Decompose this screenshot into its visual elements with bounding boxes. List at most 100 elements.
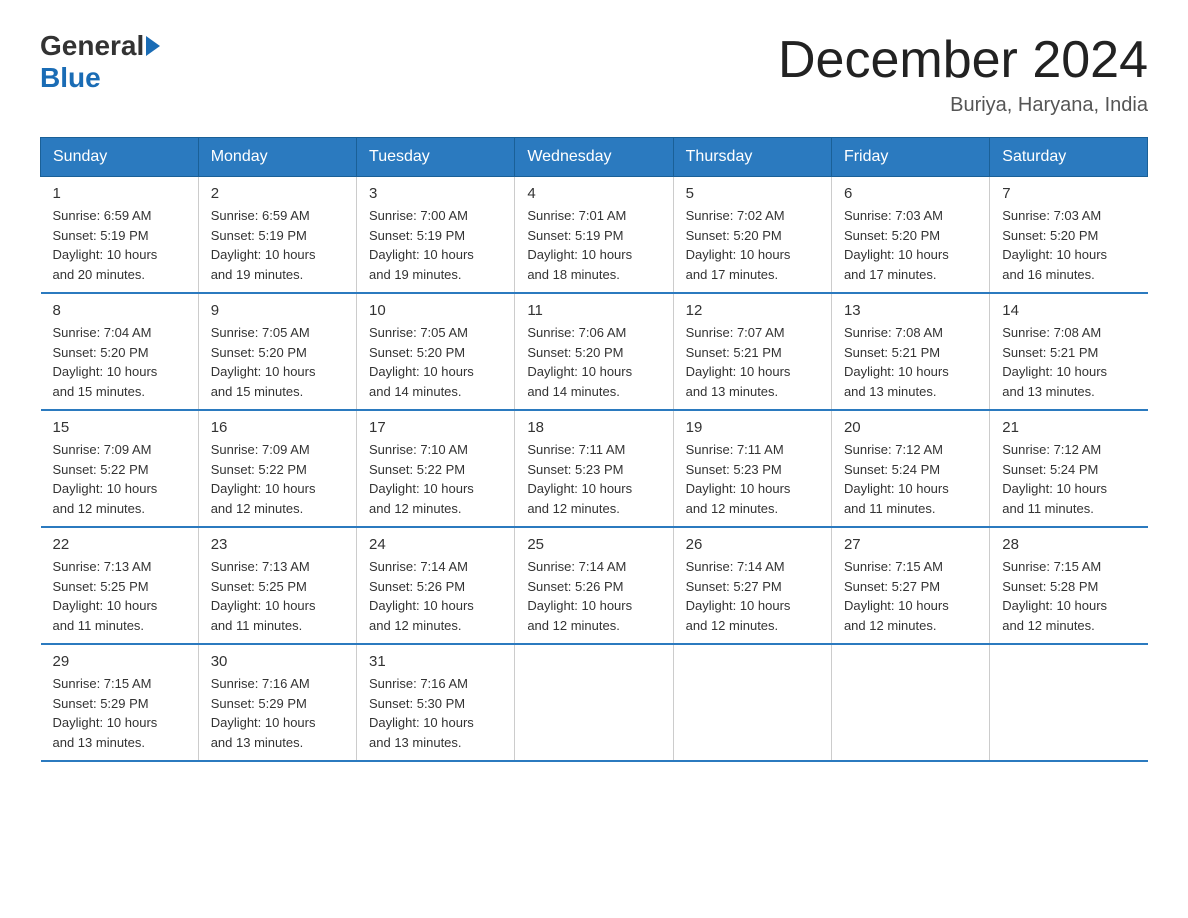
- day-number: 16: [211, 419, 344, 436]
- day-info: Sunrise: 7:14 AM Sunset: 5:27 PM Dayligh…: [686, 557, 819, 635]
- day-number: 26: [686, 536, 819, 553]
- calendar-cell: 9 Sunrise: 7:05 AM Sunset: 5:20 PM Dayli…: [198, 293, 356, 410]
- day-number: 17: [369, 419, 502, 436]
- day-info: Sunrise: 7:13 AM Sunset: 5:25 PM Dayligh…: [211, 557, 344, 635]
- day-info: Sunrise: 6:59 AM Sunset: 5:19 PM Dayligh…: [211, 206, 344, 284]
- day-info: Sunrise: 7:09 AM Sunset: 5:22 PM Dayligh…: [53, 440, 186, 518]
- calendar-cell: [831, 644, 989, 761]
- calendar-cell: 2 Sunrise: 6:59 AM Sunset: 5:19 PM Dayli…: [198, 177, 356, 294]
- day-number: 24: [369, 536, 502, 553]
- day-info: Sunrise: 7:16 AM Sunset: 5:29 PM Dayligh…: [211, 674, 344, 752]
- day-info: Sunrise: 7:10 AM Sunset: 5:22 PM Dayligh…: [369, 440, 502, 518]
- logo-general-text: General: [40, 30, 144, 62]
- calendar-cell: 12 Sunrise: 7:07 AM Sunset: 5:21 PM Dayl…: [673, 293, 831, 410]
- day-info: Sunrise: 7:05 AM Sunset: 5:20 PM Dayligh…: [369, 323, 502, 401]
- calendar-cell: 26 Sunrise: 7:14 AM Sunset: 5:27 PM Dayl…: [673, 527, 831, 644]
- calendar-cell: 28 Sunrise: 7:15 AM Sunset: 5:28 PM Dayl…: [990, 527, 1148, 644]
- calendar-cell: 3 Sunrise: 7:00 AM Sunset: 5:19 PM Dayli…: [357, 177, 515, 294]
- week-row-4: 22 Sunrise: 7:13 AM Sunset: 5:25 PM Dayl…: [41, 527, 1148, 644]
- day-number: 21: [1002, 419, 1135, 436]
- calendar-cell: 16 Sunrise: 7:09 AM Sunset: 5:22 PM Dayl…: [198, 410, 356, 527]
- calendar-cell: 24 Sunrise: 7:14 AM Sunset: 5:26 PM Dayl…: [357, 527, 515, 644]
- logo-blue-text: Blue: [40, 62, 101, 94]
- calendar-cell: 8 Sunrise: 7:04 AM Sunset: 5:20 PM Dayli…: [41, 293, 199, 410]
- day-number: 10: [369, 302, 502, 319]
- day-info: Sunrise: 7:08 AM Sunset: 5:21 PM Dayligh…: [1002, 323, 1135, 401]
- header-wednesday: Wednesday: [515, 138, 673, 177]
- day-number: 8: [53, 302, 186, 319]
- day-info: Sunrise: 7:12 AM Sunset: 5:24 PM Dayligh…: [844, 440, 977, 518]
- day-info: Sunrise: 7:03 AM Sunset: 5:20 PM Dayligh…: [1002, 206, 1135, 284]
- day-number: 13: [844, 302, 977, 319]
- header-sunday: Sunday: [41, 138, 199, 177]
- day-number: 23: [211, 536, 344, 553]
- calendar-cell: [673, 644, 831, 761]
- calendar-cell: 30 Sunrise: 7:16 AM Sunset: 5:29 PM Dayl…: [198, 644, 356, 761]
- day-number: 18: [527, 419, 660, 436]
- header-monday: Monday: [198, 138, 356, 177]
- day-number: 25: [527, 536, 660, 553]
- day-info: Sunrise: 7:16 AM Sunset: 5:30 PM Dayligh…: [369, 674, 502, 752]
- day-number: 12: [686, 302, 819, 319]
- calendar-cell: 19 Sunrise: 7:11 AM Sunset: 5:23 PM Dayl…: [673, 410, 831, 527]
- calendar-table: SundayMondayTuesdayWednesdayThursdayFrid…: [40, 137, 1148, 762]
- calendar-cell: 6 Sunrise: 7:03 AM Sunset: 5:20 PM Dayli…: [831, 177, 989, 294]
- day-info: Sunrise: 7:14 AM Sunset: 5:26 PM Dayligh…: [527, 557, 660, 635]
- calendar-header: SundayMondayTuesdayWednesdayThursdayFrid…: [41, 138, 1148, 177]
- calendar-cell: [515, 644, 673, 761]
- day-number: 9: [211, 302, 344, 319]
- day-number: 15: [53, 419, 186, 436]
- day-info: Sunrise: 7:06 AM Sunset: 5:20 PM Dayligh…: [527, 323, 660, 401]
- calendar-cell: 18 Sunrise: 7:11 AM Sunset: 5:23 PM Dayl…: [515, 410, 673, 527]
- day-number: 1: [53, 185, 186, 202]
- calendar-cell: 22 Sunrise: 7:13 AM Sunset: 5:25 PM Dayl…: [41, 527, 199, 644]
- day-info: Sunrise: 7:03 AM Sunset: 5:20 PM Dayligh…: [844, 206, 977, 284]
- day-info: Sunrise: 7:15 AM Sunset: 5:27 PM Dayligh…: [844, 557, 977, 635]
- week-row-5: 29 Sunrise: 7:15 AM Sunset: 5:29 PM Dayl…: [41, 644, 1148, 761]
- day-info: Sunrise: 7:13 AM Sunset: 5:25 PM Dayligh…: [53, 557, 186, 635]
- day-info: Sunrise: 7:15 AM Sunset: 5:28 PM Dayligh…: [1002, 557, 1135, 635]
- calendar-cell: [990, 644, 1148, 761]
- day-info: Sunrise: 7:05 AM Sunset: 5:20 PM Dayligh…: [211, 323, 344, 401]
- page-header: General Blue December 2024 Buriya, Harya…: [40, 30, 1148, 117]
- week-row-3: 15 Sunrise: 7:09 AM Sunset: 5:22 PM Dayl…: [41, 410, 1148, 527]
- header-tuesday: Tuesday: [357, 138, 515, 177]
- day-number: 14: [1002, 302, 1135, 319]
- calendar-cell: 5 Sunrise: 7:02 AM Sunset: 5:20 PM Dayli…: [673, 177, 831, 294]
- header-saturday: Saturday: [990, 138, 1148, 177]
- title-section: December 2024 Buriya, Haryana, India: [778, 30, 1148, 117]
- day-number: 19: [686, 419, 819, 436]
- location-text: Buriya, Haryana, India: [778, 94, 1148, 117]
- day-number: 31: [369, 653, 502, 670]
- day-info: Sunrise: 7:09 AM Sunset: 5:22 PM Dayligh…: [211, 440, 344, 518]
- header-thursday: Thursday: [673, 138, 831, 177]
- calendar-cell: 4 Sunrise: 7:01 AM Sunset: 5:19 PM Dayli…: [515, 177, 673, 294]
- day-number: 28: [1002, 536, 1135, 553]
- calendar-cell: 13 Sunrise: 7:08 AM Sunset: 5:21 PM Dayl…: [831, 293, 989, 410]
- day-number: 2: [211, 185, 344, 202]
- day-number: 11: [527, 302, 660, 319]
- day-info: Sunrise: 7:15 AM Sunset: 5:29 PM Dayligh…: [53, 674, 186, 752]
- day-info: Sunrise: 7:00 AM Sunset: 5:19 PM Dayligh…: [369, 206, 502, 284]
- calendar-cell: 10 Sunrise: 7:05 AM Sunset: 5:20 PM Dayl…: [357, 293, 515, 410]
- calendar-cell: 25 Sunrise: 7:14 AM Sunset: 5:26 PM Dayl…: [515, 527, 673, 644]
- calendar-cell: 14 Sunrise: 7:08 AM Sunset: 5:21 PM Dayl…: [990, 293, 1148, 410]
- header-row: SundayMondayTuesdayWednesdayThursdayFrid…: [41, 138, 1148, 177]
- day-info: Sunrise: 6:59 AM Sunset: 5:19 PM Dayligh…: [53, 206, 186, 284]
- day-info: Sunrise: 7:07 AM Sunset: 5:21 PM Dayligh…: [686, 323, 819, 401]
- day-number: 5: [686, 185, 819, 202]
- day-number: 6: [844, 185, 977, 202]
- day-number: 20: [844, 419, 977, 436]
- day-number: 30: [211, 653, 344, 670]
- day-number: 7: [1002, 185, 1135, 202]
- day-info: Sunrise: 7:01 AM Sunset: 5:19 PM Dayligh…: [527, 206, 660, 284]
- day-number: 3: [369, 185, 502, 202]
- week-row-2: 8 Sunrise: 7:04 AM Sunset: 5:20 PM Dayli…: [41, 293, 1148, 410]
- day-number: 29: [53, 653, 186, 670]
- day-info: Sunrise: 7:08 AM Sunset: 5:21 PM Dayligh…: [844, 323, 977, 401]
- calendar-cell: 1 Sunrise: 6:59 AM Sunset: 5:19 PM Dayli…: [41, 177, 199, 294]
- day-number: 4: [527, 185, 660, 202]
- calendar-cell: 15 Sunrise: 7:09 AM Sunset: 5:22 PM Dayl…: [41, 410, 199, 527]
- day-number: 22: [53, 536, 186, 553]
- calendar-cell: 29 Sunrise: 7:15 AM Sunset: 5:29 PM Dayl…: [41, 644, 199, 761]
